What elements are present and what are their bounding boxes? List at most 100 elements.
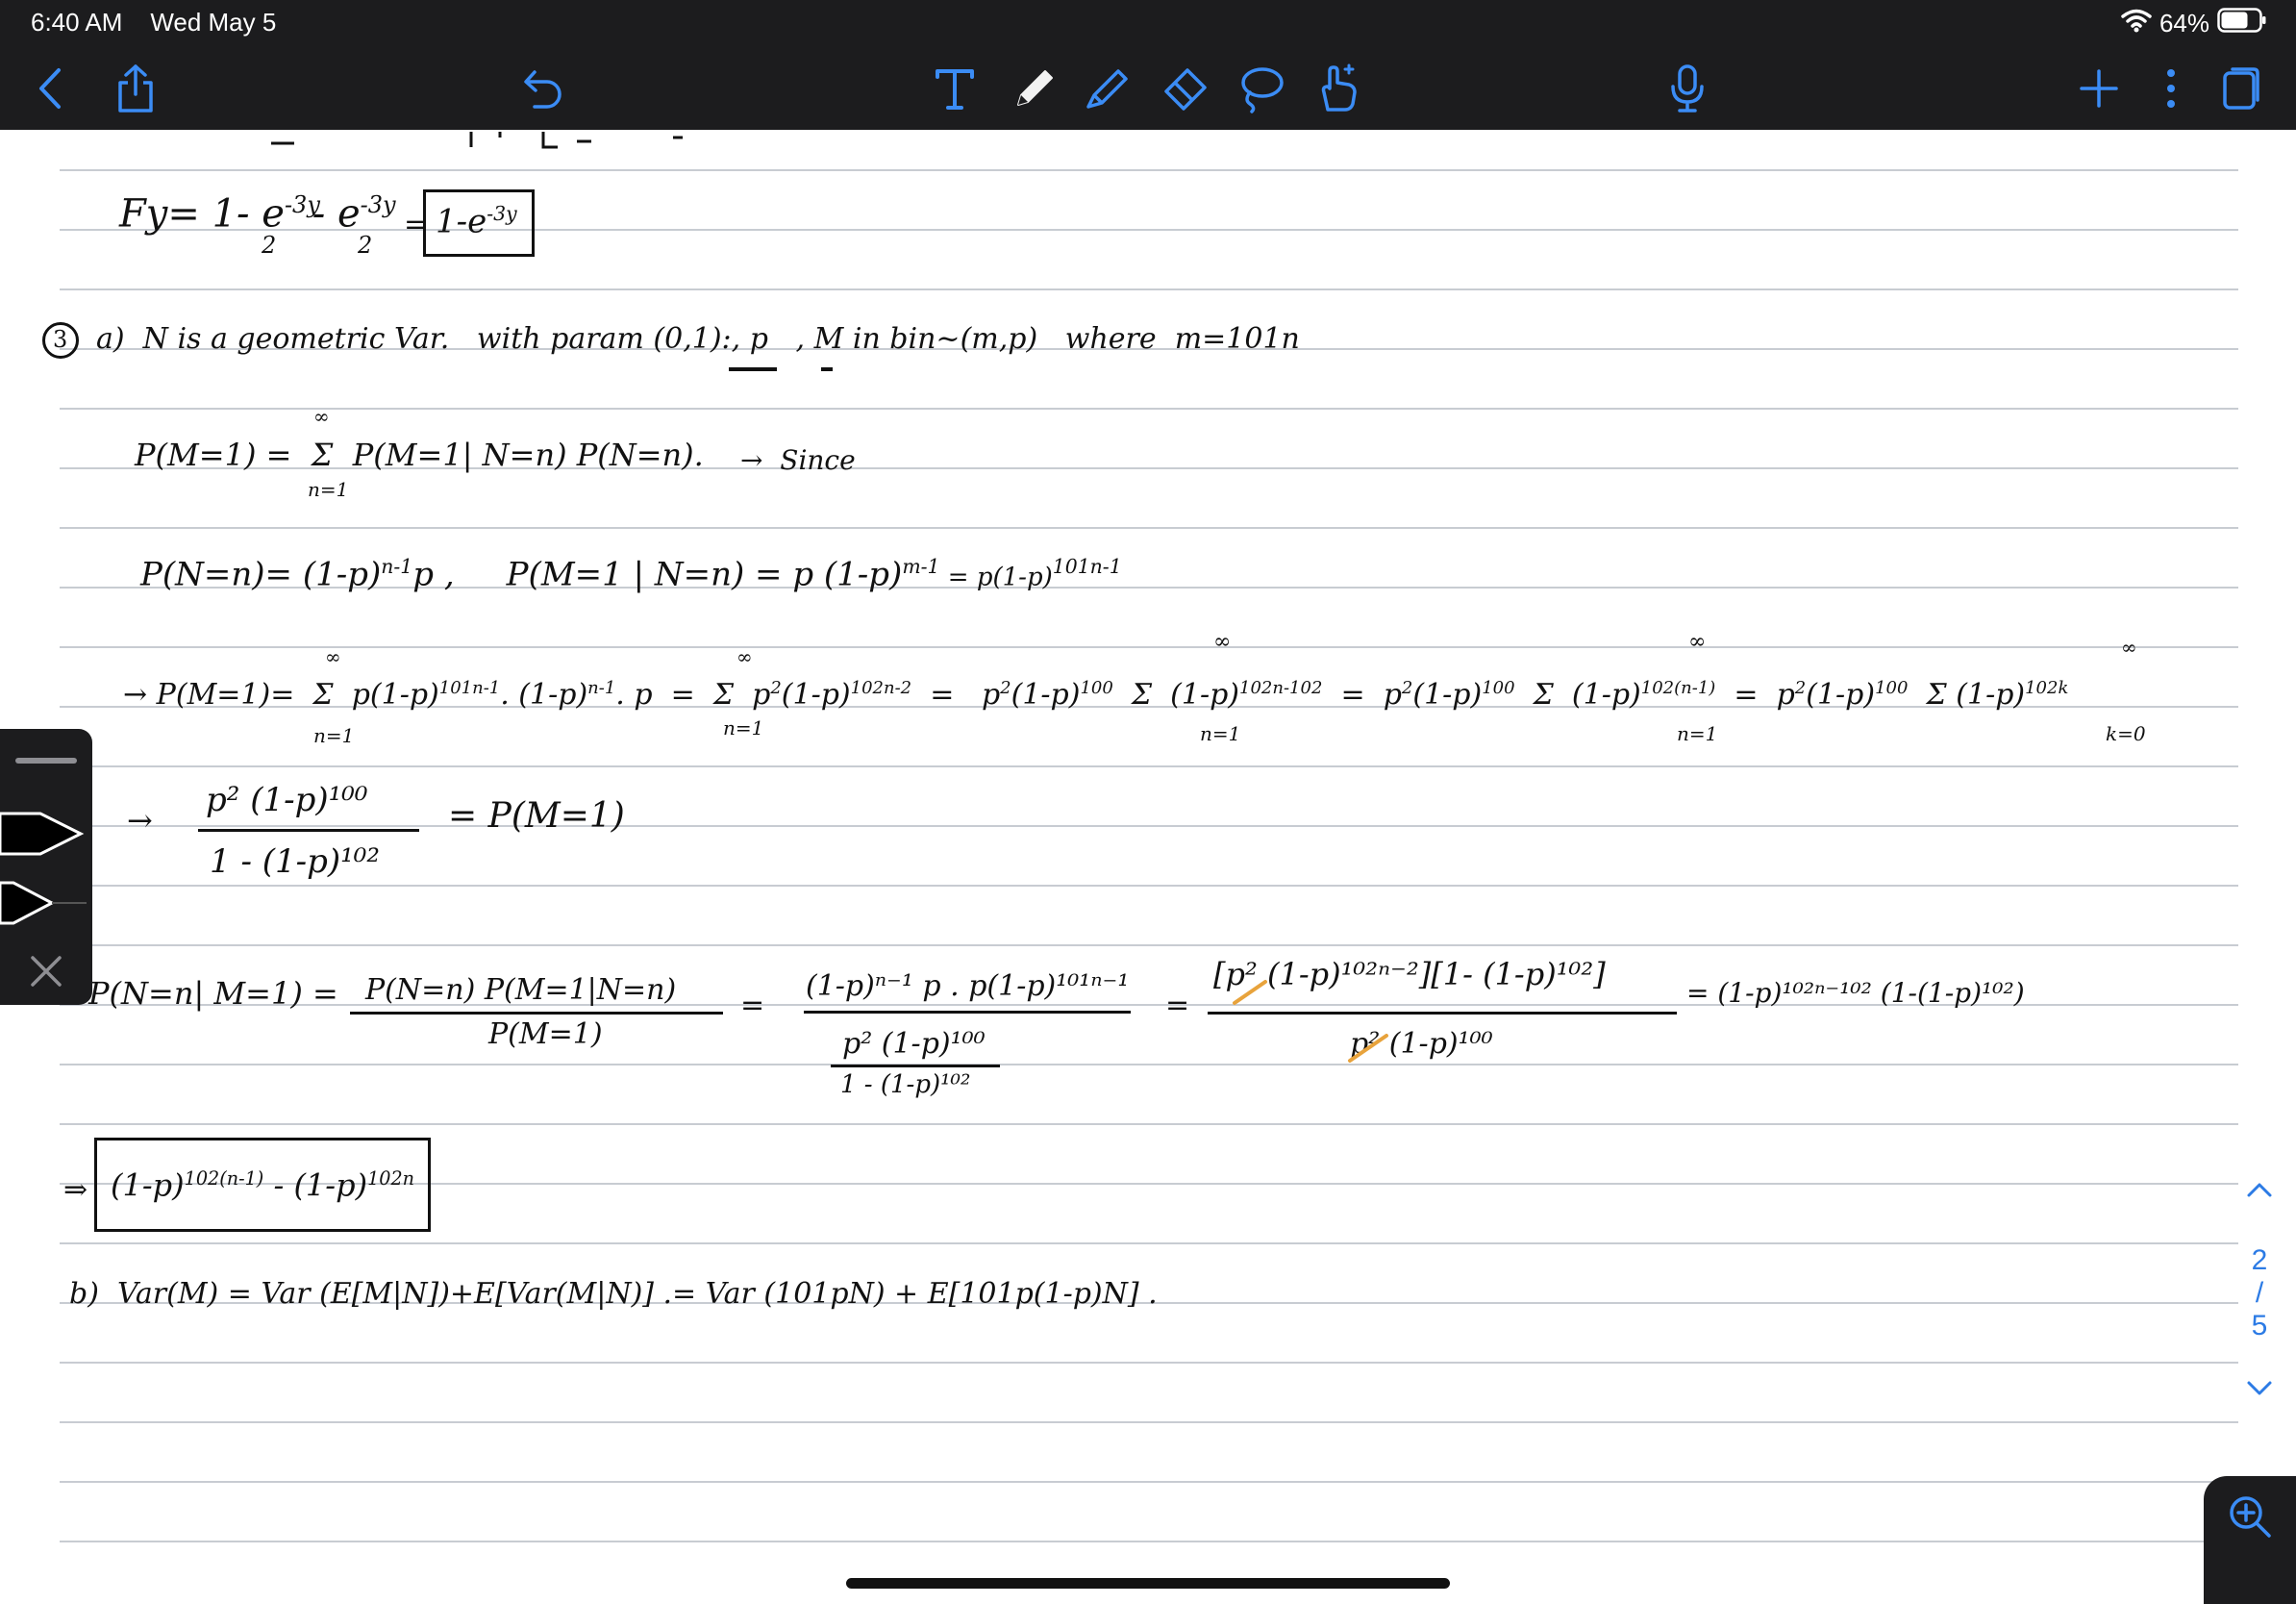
eraser-icon[interactable] (1158, 60, 1211, 117)
cdf-line-start: Fy= 1- e-3y (119, 191, 320, 237)
ruled-line (60, 1362, 2238, 1364)
hand-pointer-icon[interactable] (1311, 60, 1365, 117)
ruled-line (60, 646, 2238, 648)
lasso-icon[interactable] (1235, 60, 1288, 117)
crossed-out-ink (1348, 1034, 1388, 1063)
page-total: 5 (2251, 1310, 2268, 1341)
top-toolbar: 6:40 AM Wed May 5 64% (0, 0, 2296, 130)
eq4-result: = P(M=1) (448, 796, 625, 836)
eq1-sum-bottom: n=1 (308, 478, 349, 501)
crossed-out-ink (1233, 980, 1267, 1005)
page-down-chevron-icon[interactable] (2240, 1371, 2279, 1404)
cdf-denominator-1: 2 (262, 232, 277, 259)
eq5-numerator-2: (1-p)ⁿ⁻¹ p . p(1-p)¹⁰¹ⁿ⁻¹ (806, 969, 1130, 1003)
close-icon[interactable] (27, 952, 65, 995)
ruled-line (60, 1421, 2238, 1423)
pen-thickness-large-icon[interactable] (0, 810, 87, 863)
eq1-expression: P(M=1) = Σ P(M=1| N=n) P(N=n). (135, 437, 704, 473)
eq5-fraction-bar-3 (1208, 1012, 1677, 1015)
cdf-result-box: 1-e-3y (423, 189, 535, 257)
eq5-equals-2: = (1165, 989, 1190, 1022)
ruled-line (60, 288, 2238, 290)
eq4-numerator: p² (1-p)¹⁰⁰ (206, 781, 368, 819)
share-icon[interactable] (112, 60, 160, 117)
eq5-lhs: P(N=n| M=1) = (88, 975, 338, 1012)
cut-off-ink (260, 130, 683, 151)
eq4-denominator: 1 - (1-p)¹⁰² (210, 842, 381, 881)
eq5-denominator-2a: p² (1-p)¹⁰⁰ (842, 1027, 986, 1061)
ruled-line (60, 408, 2238, 410)
eq3-sum4-bottom: n=1 (1677, 722, 1718, 745)
text-tool-icon[interactable] (931, 60, 979, 117)
eq3-sum4-top: ∞ (1688, 630, 1707, 654)
ruled-line (60, 885, 2238, 887)
eq3-sum1-bottom: n=1 (313, 724, 355, 747)
tool-palette[interactable] (0, 729, 92, 1005)
eq5-equals-1: = (740, 989, 765, 1022)
eq5-fraction-bar-2b (831, 1065, 1000, 1067)
battery-icon (2217, 7, 2267, 39)
pages-icon[interactable] (2217, 60, 2265, 117)
status-indicators: 64% (2121, 6, 2267, 40)
eq5-fraction-bar-1 (350, 1012, 723, 1015)
ruled-line (60, 1242, 2238, 1244)
eq5-denominator-2b: 1 - (1-p)¹⁰² (840, 1070, 971, 1099)
eq5-rhs: = (1-p)¹⁰²ⁿ⁻¹⁰² (1-(1-p)¹⁰²) (1686, 977, 2025, 1009)
undo-icon[interactable] (519, 60, 567, 117)
microphone-icon[interactable] (1663, 60, 1711, 117)
page-indicator: 2 / 5 (2240, 1173, 2279, 1414)
ruled-line (60, 1481, 2238, 1483)
eq2-expression: P(N=n)= (1-p)n-1p , P(M=1 | N=n) = p (1-… (140, 555, 1122, 594)
back-chevron-icon[interactable] (29, 60, 71, 117)
ruled-line (60, 765, 2238, 767)
add-icon[interactable] (2075, 60, 2123, 117)
eq4-fraction-bar (198, 829, 419, 832)
cdf-line-mid: - e-3y (300, 191, 396, 237)
final-answer: (1-p)102(n-1) - (1-p)102n (111, 1166, 415, 1204)
more-icon[interactable] (2154, 60, 2188, 117)
part-b-expression: b) Var(M) = Var (E[M|N])+E[Var(M|N)] .= … (69, 1277, 1158, 1311)
ruled-line (60, 944, 2238, 946)
eq6-arrow: ⇒ (63, 1173, 88, 1207)
eq3-sum2-bottom: n=1 (723, 716, 764, 739)
eq1-sum-top: ∞ (313, 405, 330, 428)
underline-ink (729, 367, 833, 371)
question-3a-text: a) N is a geometric Var. with param (0,1… (96, 322, 1300, 356)
cdf-denominator-2: 2 (358, 232, 373, 259)
eq3-sum5-bottom: k=0 (2106, 722, 2146, 745)
note-page[interactable]: Fy= 1- e-3y 2 - e-3y 2 = 1-e-3y 3 a) N i… (0, 130, 2296, 1604)
ruled-line (60, 527, 2238, 529)
zoom-button[interactable] (2204, 1476, 2296, 1604)
home-indicator[interactable] (846, 1578, 1450, 1589)
eq1-since: → Since (740, 444, 856, 476)
eq3-sum1-top: ∞ (325, 645, 341, 668)
final-answer-box: (1-p)102(n-1) - (1-p)102n (94, 1138, 431, 1232)
eq5-denominator-1: P(M=1) (488, 1017, 603, 1051)
eq5-fraction-bar-2 (804, 1011, 1131, 1014)
eq3-expression: → P(M=1)= Σ p(1-p)101n-1. (1-p)n-1. p = … (123, 678, 2069, 712)
eq4-arrow: → (127, 802, 153, 839)
eq3-sum3-bottom: n=1 (1200, 722, 1241, 745)
eq3-sum5-top: ∞ (2121, 636, 2137, 659)
ruled-line (60, 1064, 2238, 1065)
zoom-in-icon[interactable] (2227, 1493, 2273, 1544)
palette-handle[interactable] (15, 758, 77, 764)
cdf-result: 1-e-3y (436, 202, 517, 241)
eq3-sum2-top: ∞ (736, 645, 753, 668)
pen-icon[interactable] (1008, 60, 1061, 117)
eq3-sum3-top: ∞ (1213, 630, 1232, 654)
page-up-chevron-icon[interactable] (2240, 1173, 2279, 1206)
eq5-numerator-3: [p² (1-p)¹⁰²ⁿ⁻²][1- (1-p)¹⁰²] (1213, 956, 1606, 992)
eq5-numerator-1: P(N=n) P(M=1|N=n) (365, 973, 677, 1007)
highlighter-icon[interactable] (1081, 60, 1135, 117)
pen-thickness-small-icon[interactable] (0, 879, 87, 932)
ruled-line (60, 1541, 2238, 1542)
ruled-line (60, 825, 2238, 827)
wifi-icon (2121, 8, 2152, 39)
page-separator: / (2255, 1277, 2264, 1309)
ruled-line (60, 169, 2238, 171)
question-number-circle: 3 (42, 322, 79, 359)
ruled-line (60, 1123, 2238, 1125)
page-current: 2 (2251, 1244, 2268, 1276)
status-time: 6:40 AM Wed May 5 (31, 8, 277, 37)
